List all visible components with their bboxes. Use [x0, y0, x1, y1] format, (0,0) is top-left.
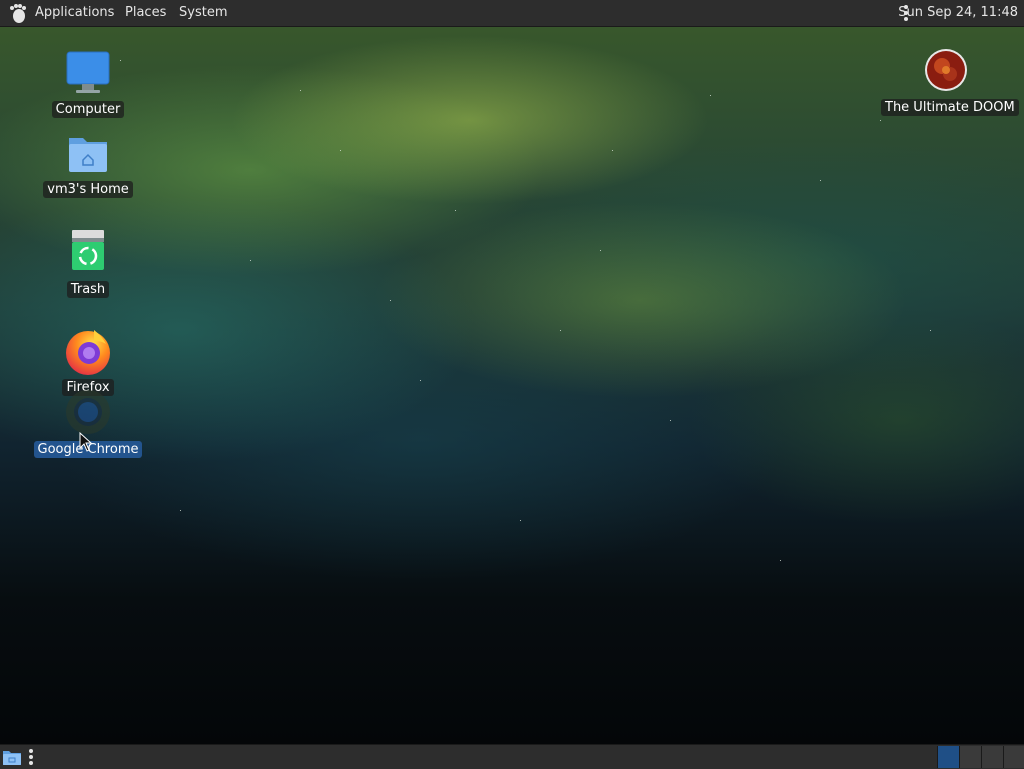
menu-system[interactable]: System [179, 0, 227, 26]
desktop-icon-computer[interactable]: Computer [33, 50, 143, 118]
bottom-panel [0, 744, 1024, 769]
chrome-icon [64, 390, 112, 438]
star-dot [300, 90, 301, 91]
desktop-icon-firefox[interactable]: Firefox [33, 328, 143, 396]
star-dot [520, 520, 521, 521]
workspace-1[interactable] [937, 746, 959, 768]
computer-icon [64, 50, 112, 98]
desktop-icon-label: The Ultimate DOOM [881, 99, 1019, 116]
workspace-3[interactable] [981, 746, 1003, 768]
desktop-icon-label: Trash [66, 281, 110, 298]
menu-places[interactable]: Places [125, 0, 166, 26]
star-dot [390, 300, 391, 301]
star-dot [340, 150, 341, 151]
star-dot [930, 330, 931, 331]
menu-applications[interactable]: Applications [35, 0, 114, 26]
top-panel: Applications Places System Sun Sep 24, 1… [0, 0, 1024, 27]
show-desktop-icon[interactable] [2, 748, 22, 766]
desktop-icon-home[interactable]: vm3's Home [33, 130, 143, 198]
star-dot [670, 420, 671, 421]
desktop-icon-trash[interactable]: Trash [33, 230, 143, 298]
star-dot [250, 260, 251, 261]
panel-handle-icon[interactable] [28, 749, 34, 765]
star-dot [820, 180, 821, 181]
star-dot [880, 120, 881, 121]
star-dot [710, 95, 711, 96]
workspace-4[interactable] [1003, 746, 1024, 768]
desktop-icon-label: vm3's Home [43, 181, 133, 198]
desktop-icon-label: Computer [51, 101, 125, 118]
clock[interactable]: Sun Sep 24, 11:48 [898, 0, 1018, 26]
star-dot [180, 510, 181, 511]
star-dot [612, 150, 613, 151]
star-dot [420, 380, 421, 381]
star-dot [455, 210, 456, 211]
desktop-background[interactable]: Computer vm3's Home Trash Firefox Google… [0, 0, 1024, 768]
doom-icon [922, 48, 970, 96]
home-folder-icon [64, 130, 112, 178]
trash-icon [64, 230, 112, 278]
mouse-cursor-icon [79, 432, 93, 452]
workspace-2[interactable] [959, 746, 981, 768]
star-dot [780, 560, 781, 561]
gnome-foot-icon[interactable] [8, 3, 28, 23]
desktop-icon-doom[interactable]: The Ultimate DOOM [881, 48, 1019, 116]
star-dot [560, 330, 561, 331]
star-dot [600, 250, 601, 251]
firefox-icon [64, 328, 112, 376]
